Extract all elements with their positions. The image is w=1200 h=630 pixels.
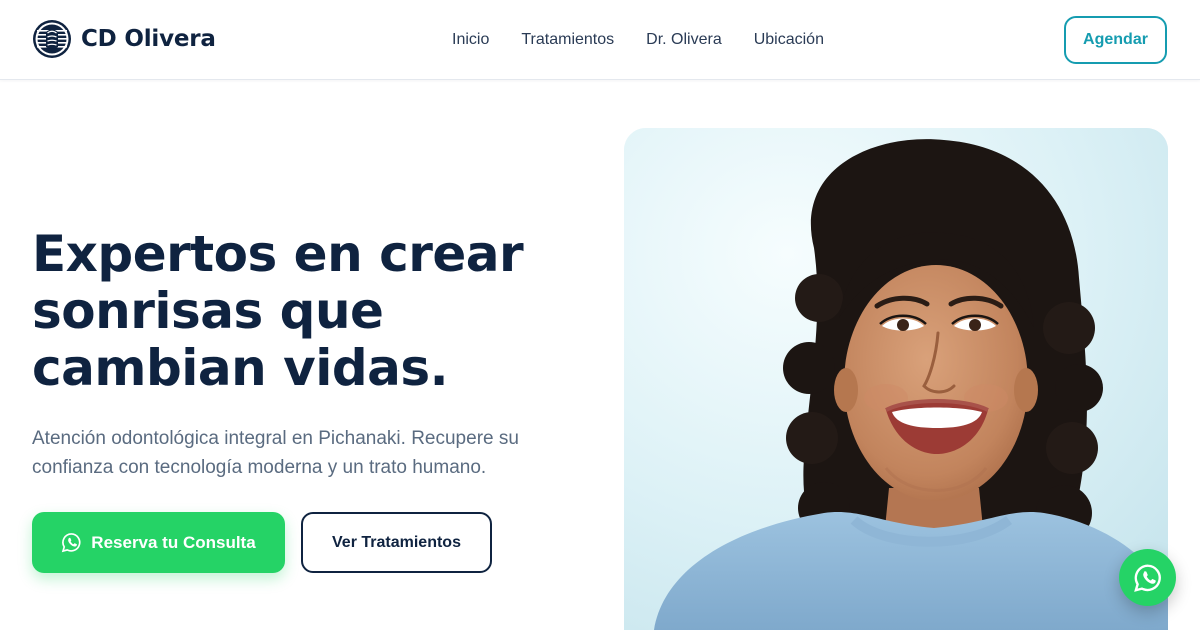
agendar-button[interactable]: Agendar xyxy=(1064,16,1167,64)
reserva-consulta-label: Reserva tu Consulta xyxy=(91,532,256,552)
hero-subtitle: Atención odontológica integral en Pichan… xyxy=(32,424,552,482)
logo-icon xyxy=(33,20,71,58)
main-nav: Inicio Tratamientos Dr. Olivera Ubicació… xyxy=(452,0,824,80)
ver-tratamientos-button[interactable]: Ver Tratamientos xyxy=(301,512,492,573)
whatsapp-icon xyxy=(1133,564,1161,592)
nav-item-dr-olivera[interactable]: Dr. Olivera xyxy=(646,31,722,49)
hero-title: Expertos en crear sonrisas que cambian v… xyxy=(32,226,592,397)
hero-title-line: cambian vidas. xyxy=(32,339,449,397)
brand-name: CD Olivera xyxy=(81,26,216,52)
hero-title-line: Expertos en crear xyxy=(32,225,524,283)
hero-subtitle-line: Atención odontológica integral en Pichan… xyxy=(32,428,519,449)
nav-item-inicio[interactable]: Inicio xyxy=(452,31,489,49)
hero-subtitle-line: confianza con tecnología moderna y un tr… xyxy=(32,457,487,478)
whatsapp-float-button[interactable] xyxy=(1119,549,1176,606)
logo-link[interactable]: CD Olivera xyxy=(32,19,216,59)
smiling-woman-photo xyxy=(624,128,1168,630)
site-header: CD Olivera Inicio Tratamientos Dr. Olive… xyxy=(0,0,1200,80)
hero-image xyxy=(624,128,1168,630)
whatsapp-icon xyxy=(62,533,81,553)
hero-title-line: sonrisas que xyxy=(32,282,384,340)
nav-item-ubicacion[interactable]: Ubicación xyxy=(754,31,824,49)
reserva-consulta-button[interactable]: Reserva tu Consulta xyxy=(32,512,285,573)
nav-item-tratamientos[interactable]: Tratamientos xyxy=(521,31,614,49)
